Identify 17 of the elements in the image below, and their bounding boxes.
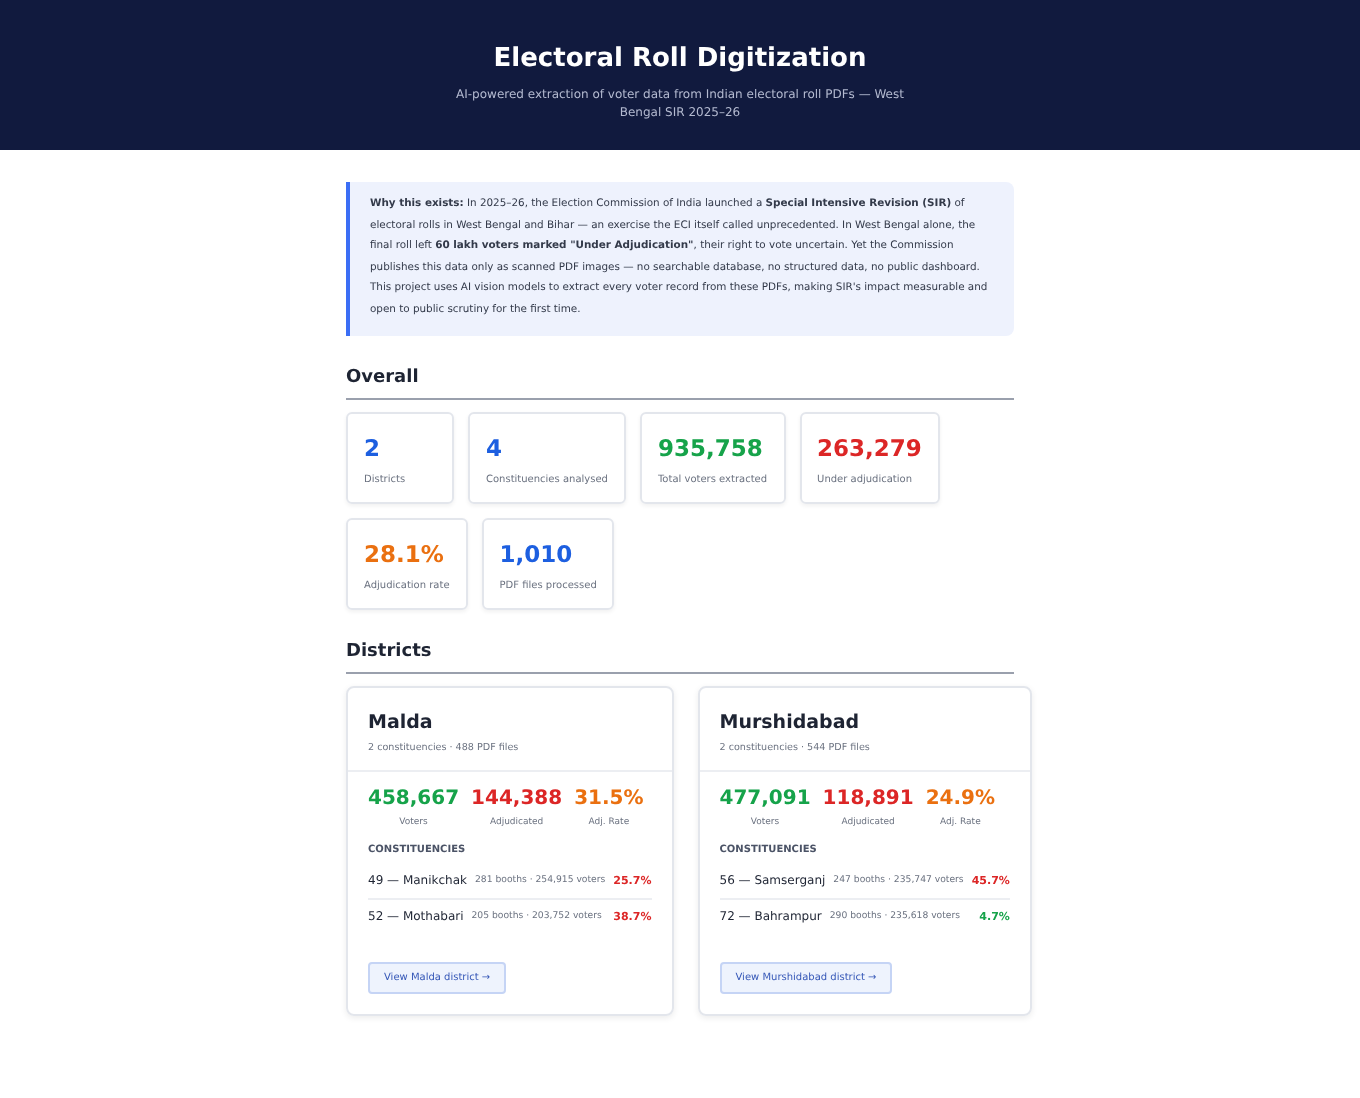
metric-value: 477,091	[719, 788, 811, 810]
metric-value: 458,667	[368, 788, 460, 810]
district-name: Malda	[368, 712, 435, 734]
stat-value: 4	[486, 434, 505, 462]
metric-value: 118,891	[822, 788, 914, 810]
stat-value: 1,010	[499, 540, 575, 568]
stat-value: 28.1%	[364, 540, 446, 568]
district-name: Murshidabad	[719, 712, 862, 734]
stat-value: 2	[364, 434, 383, 462]
section-heading: Districts	[346, 642, 1014, 674]
stat-value: 263,279	[817, 434, 922, 462]
metric-value: 24.9%	[925, 788, 996, 810]
section-heading: Overall	[346, 368, 1014, 400]
metric-value: 31.5%	[574, 788, 644, 810]
metric-value: 144,388	[471, 788, 563, 810]
stat-value: 935,758	[657, 434, 765, 462]
page-title: Electoral Roll Digitization	[491, 44, 869, 74]
